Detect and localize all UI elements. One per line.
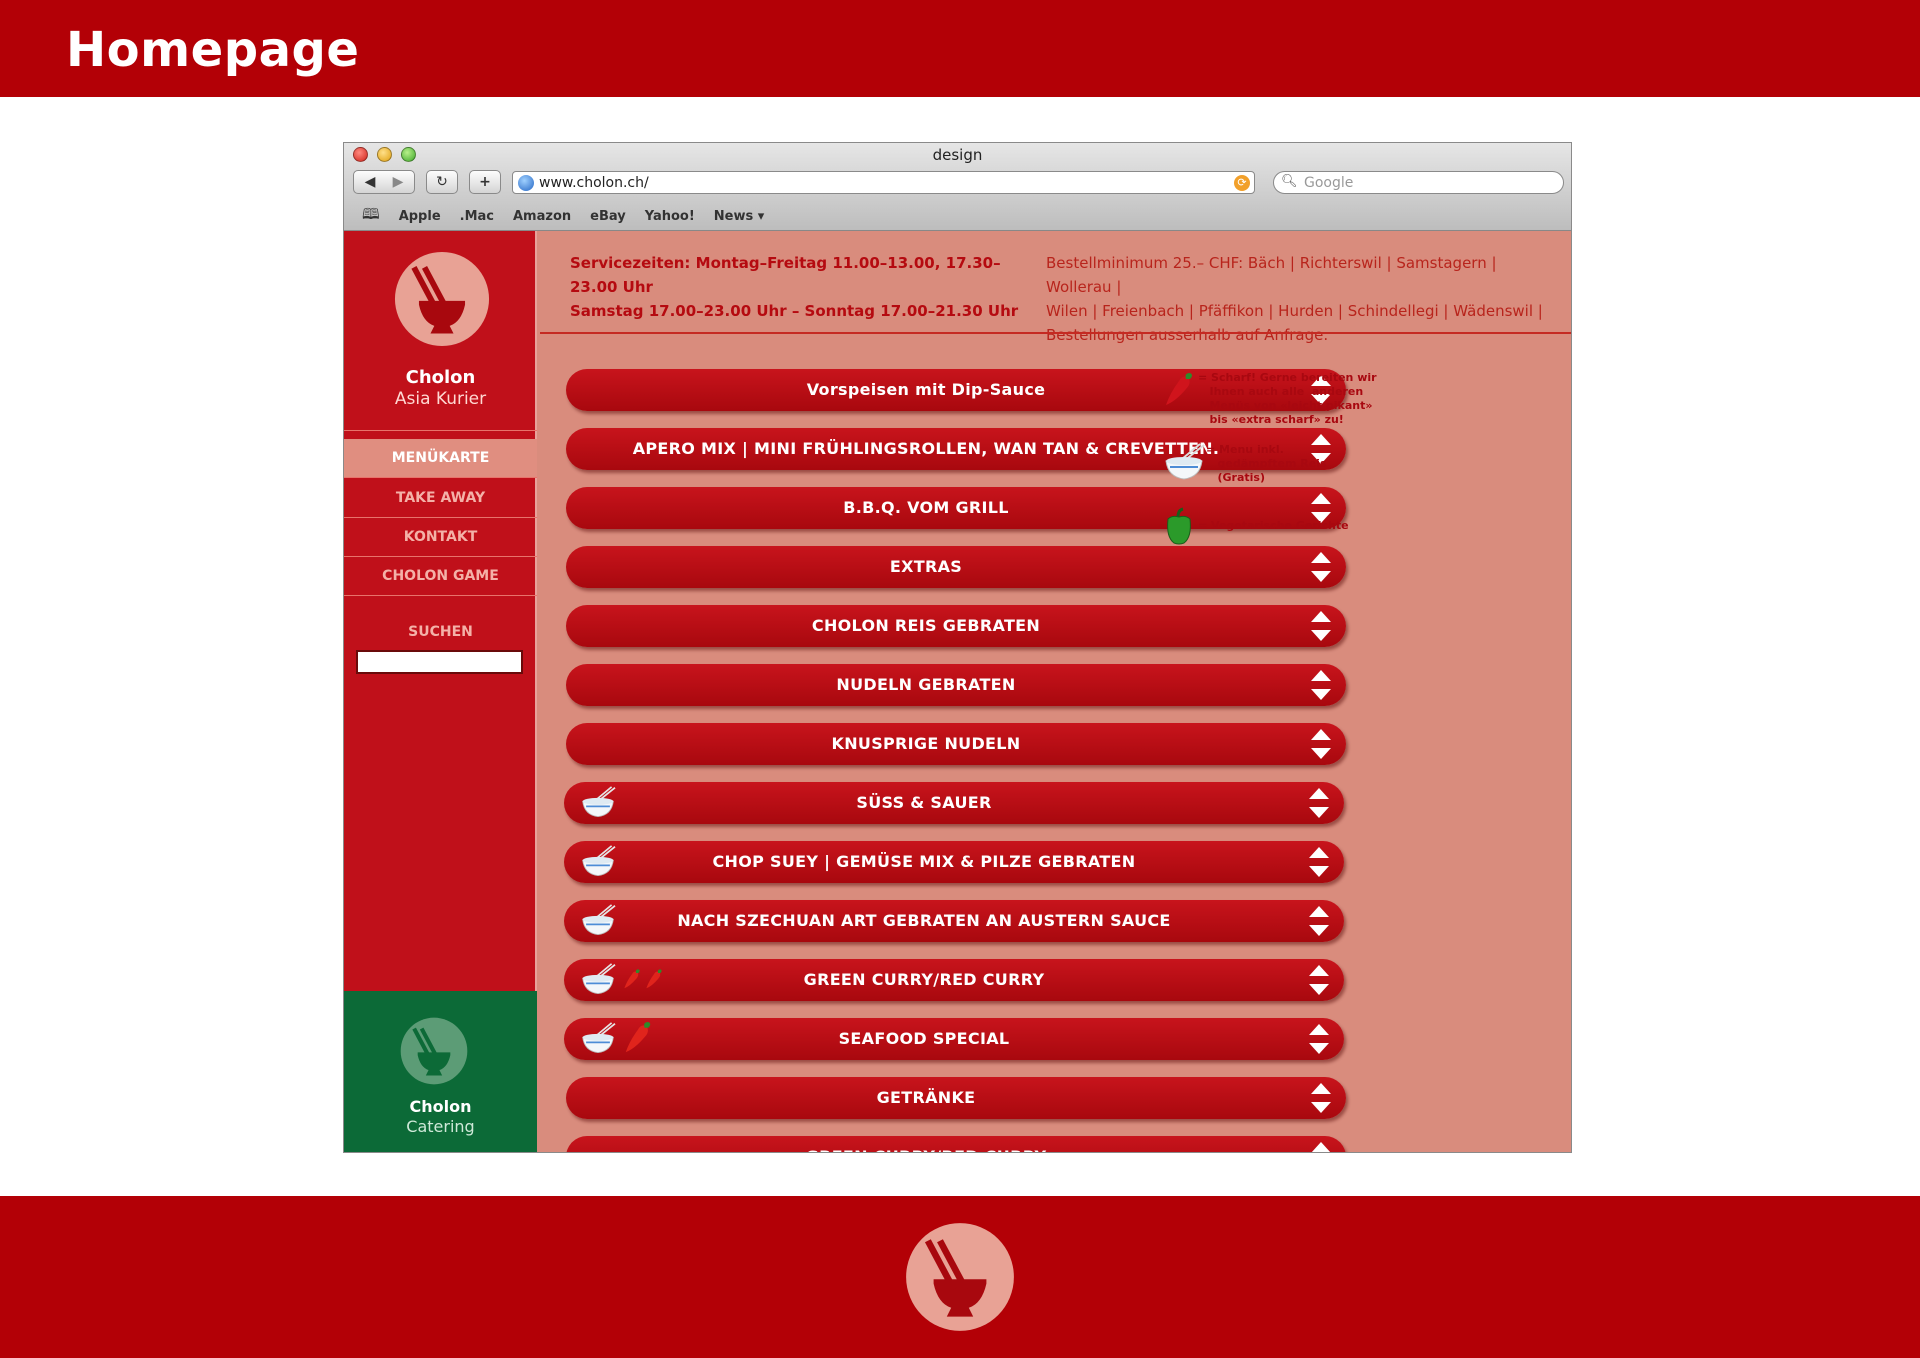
delivery-line: Bestellungen ausserhalb auf Anfrage. <box>1046 326 1329 344</box>
catering-logo-icon <box>400 1017 468 1085</box>
add-bookmark-button[interactable]: + <box>469 170 501 194</box>
delivery-line: Wilen | Freienbach | Pfäffikon | Hurden … <box>1046 302 1543 320</box>
chili-icon <box>1166 373 1192 405</box>
web-page: Cholon Asia Kurier MENÜKARTE TAKE AWAY KON… <box>344 231 1571 1153</box>
menu-category-label: GREEN CURRY/RED CURRY <box>803 970 1045 989</box>
menu-category-button[interactable]: GREEN CURRY/RED CURRY <box>566 1136 1346 1153</box>
menu-category-button[interactable]: SÜSS & SAUER <box>564 782 1344 824</box>
sidebar-search-label: SUCHEN <box>408 624 473 640</box>
service-hours-weekday: Servicezeiten: Montag–Freitag 11.00–13.0… <box>570 254 1001 296</box>
divider <box>344 595 537 596</box>
expand-collapse-arrows-icon[interactable] <box>1310 609 1332 643</box>
catering-subtitle: Catering <box>406 1117 475 1136</box>
bookmarks-bar: 🕮︎ Apple .Mac Amazon eBay Yahoo! News ▾ <box>344 203 1571 230</box>
menu-category-button[interactable]: KNUSPRIGE NUDELN <box>566 723 1346 765</box>
menu-category-button[interactable]: NACH SZECHUAN ART GEBRATEN AN AUSTERN SA… <box>564 900 1344 942</box>
menu-category-button[interactable]: GETRÄNKE <box>566 1077 1346 1119</box>
menu-category-button[interactable]: EXTRAS <box>566 546 1346 588</box>
search-placeholder: Google <box>1304 175 1354 191</box>
footer-logo-icon <box>906 1223 1014 1331</box>
bookmark-link[interactable]: eBay <box>590 209 626 224</box>
expand-collapse-arrows-icon[interactable] <box>1308 786 1330 820</box>
expand-collapse-arrows-icon[interactable] <box>1308 845 1330 879</box>
menu-category-label: NACH SZECHUAN ART GEBRATEN AN AUSTERN SA… <box>677 911 1171 930</box>
rss-icon[interactable]: ⟳ <box>1234 175 1250 191</box>
slide-footer <box>0 1196 1920 1358</box>
menu-category-label: KNUSPRIGE NUDELN <box>831 734 1021 753</box>
forward-icon[interactable]: ▶ <box>384 174 412 190</box>
rice-bowl-icon <box>1165 443 1205 480</box>
green-pepper-icon <box>1167 507 1191 545</box>
url-text: www.cholon.ch/ <box>539 175 649 191</box>
legend-spicy-text: = Scharf! Gerne bereiten wir Ihnen auch … <box>1198 371 1377 426</box>
legend-veg-text: = Vegetarische Gerichte <box>1198 519 1349 532</box>
service-hours: Servicezeiten: Montag–Freitag 11.00–13.0… <box>570 251 1040 323</box>
cholon-logo-icon[interactable] <box>394 251 490 347</box>
browser-chrome: design ◀ ▶ ↻ + www.cholon.ch/ ⟳ 🔍︎ Google… <box>344 143 1571 231</box>
divider <box>344 430 537 431</box>
menu-category-label: SEAFOOD SPECIAL <box>838 1029 1010 1048</box>
slide-header: Homepage <box>0 0 1920 97</box>
menu-category-button[interactable]: GREEN CURRY/RED CURRY <box>564 959 1344 1001</box>
menu-category-button[interactable]: CHOP SUEY | GEMÜSE MIX & PILZE GEBRATEN <box>564 841 1344 883</box>
back-icon[interactable]: ◀ <box>356 174 384 190</box>
bookmark-link[interactable]: Apple <box>399 209 441 224</box>
brand-subtitle: Asia Kurier <box>394 389 487 409</box>
sidebar-search-input[interactable] <box>356 650 523 674</box>
expand-collapse-arrows-icon[interactable] <box>1308 963 1330 997</box>
magnifier-icon: 🔍︎ <box>1281 174 1298 189</box>
plus-icon: + <box>479 174 491 190</box>
slide-title: Homepage <box>66 22 360 78</box>
bookmark-link[interactable]: Amazon <box>513 209 571 224</box>
back-forward-buttons: ◀ ▶ <box>353 170 415 194</box>
expand-collapse-arrows-icon[interactable] <box>1308 1022 1330 1056</box>
catering-link[interactable]: Cholon Catering <box>344 991 537 1152</box>
bookmark-link[interactable]: Yahoo! <box>645 209 695 224</box>
expand-collapse-arrows-icon[interactable] <box>1310 727 1332 761</box>
bookmarks-book-icon[interactable]: 🕮︎ <box>362 204 380 229</box>
browser-window: design ◀ ▶ ↻ + www.cholon.ch/ ⟳ 🔍︎ Google… <box>343 142 1572 1153</box>
address-bar[interactable]: www.cholon.ch/ ⟳ <box>512 171 1255 194</box>
service-hours-weekend: Samstag 17.00–23.00 Uhr – Sonntag 17.00–… <box>570 302 1019 320</box>
expand-collapse-arrows-icon[interactable] <box>1310 1140 1332 1153</box>
divider <box>344 477 537 478</box>
expand-collapse-arrows-icon[interactable] <box>1310 668 1332 702</box>
search-field[interactable]: 🔍︎ Google <box>1273 171 1564 194</box>
bookmark-link[interactable]: .Mac <box>460 209 494 224</box>
menu-category-button[interactable]: NUDELN GEBRATEN <box>566 664 1346 706</box>
menu-category-label: NUDELN GEBRATEN <box>836 675 1016 694</box>
catering-name: Cholon <box>409 1097 472 1116</box>
sidebar-nav-item[interactable]: KONTAKT <box>344 518 537 556</box>
brand-name: Cholon <box>405 367 476 388</box>
delivery-line: Bestellminimum 25.– CHF: Bäch | Richters… <box>1046 254 1497 296</box>
window-title: design <box>932 146 983 164</box>
menu-category-label: GETRÄNKE <box>876 1088 976 1107</box>
sidebar-nav-item[interactable]: CHOLON GAME <box>344 557 537 595</box>
bookmark-link[interactable]: News ▾ <box>714 209 765 224</box>
sidebar-nav-item[interactable]: MENÜKARTE <box>344 439 537 477</box>
menu-category-label: CHOP SUEY | GEMÜSE MIX & PILZE GEBRATEN <box>712 852 1136 871</box>
reload-icon: ↻ <box>436 174 448 190</box>
expand-collapse-arrows-icon[interactable] <box>1308 904 1330 938</box>
header-divider <box>540 332 1571 334</box>
sidebar: Cholon Asia Kurier MENÜKARTE TAKE AWAY KON… <box>344 231 537 1152</box>
reload-button[interactable]: ↻ <box>426 170 458 194</box>
expand-collapse-arrows-icon[interactable] <box>1310 550 1332 584</box>
legend-rice-text: = Menu inkl. gedämpftem Reis (Gratis) <box>1206 443 1327 484</box>
menu-category-button[interactable]: SEAFOOD SPECIAL <box>564 1018 1344 1060</box>
sidebar-nav-item[interactable]: TAKE AWAY <box>344 479 537 517</box>
menu-category-label: CHOLON REIS GEBRATEN <box>811 616 1041 635</box>
menu-category-button[interactable]: CHOLON REIS GEBRATEN <box>566 605 1346 647</box>
menu-category-label: SÜSS & SAUER <box>856 793 992 812</box>
menu-category-label: GREEN CURRY/RED CURRY <box>566 1136 1286 1152</box>
globe-icon <box>518 175 534 191</box>
menu-category-label: EXTRAS <box>889 557 963 576</box>
expand-collapse-arrows-icon[interactable] <box>1310 1081 1332 1115</box>
